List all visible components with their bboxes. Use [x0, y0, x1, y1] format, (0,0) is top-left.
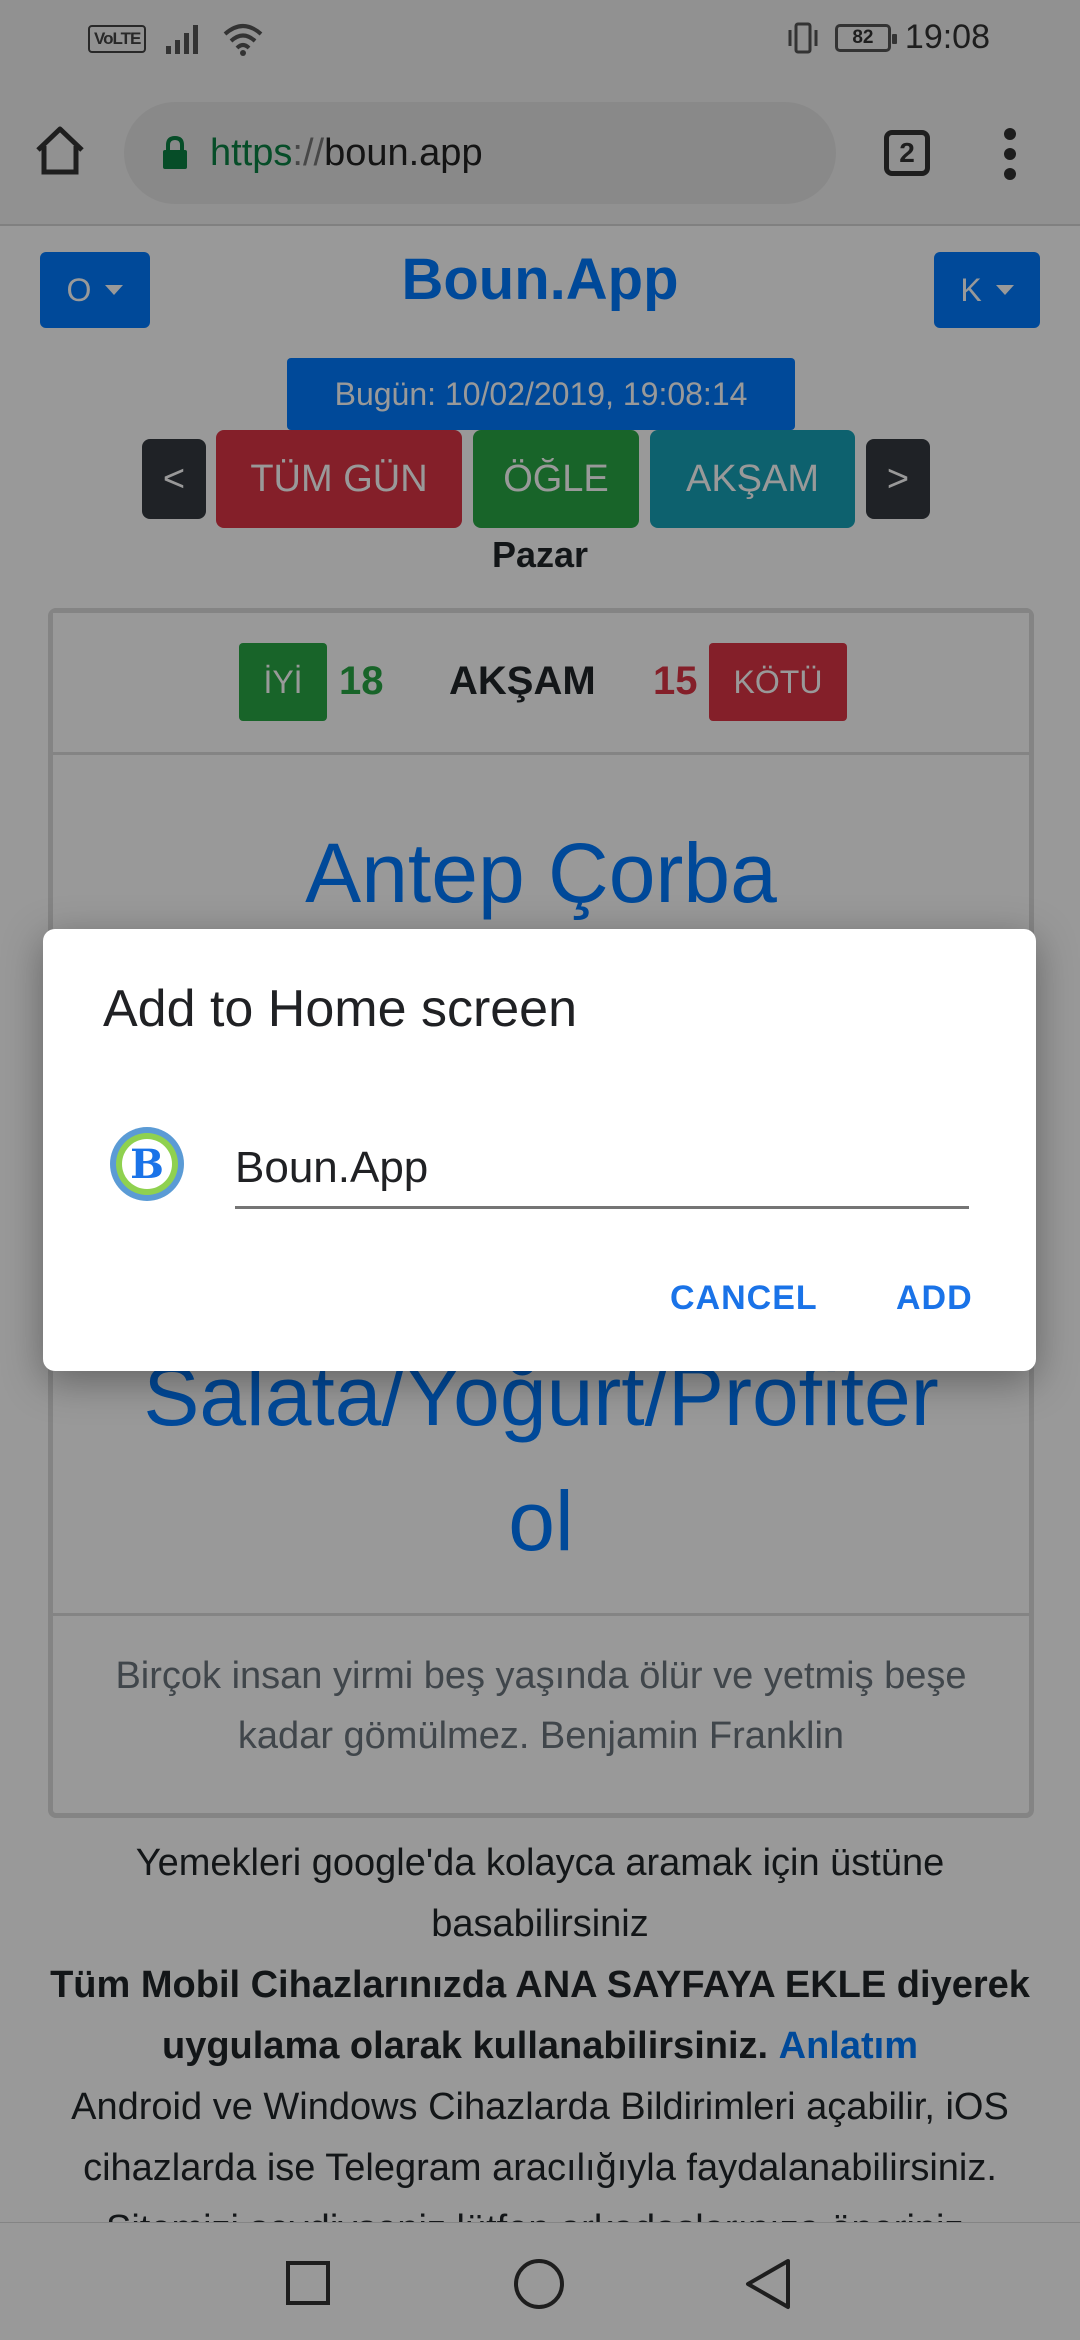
dialog-title: Add to Home screen — [103, 980, 578, 1038]
app-logo-letter: B — [130, 1141, 164, 1188]
app-logo-icon: B — [110, 1127, 184, 1201]
app-name-input[interactable] — [235, 1129, 969, 1209]
add-button[interactable]: ADD — [896, 1279, 973, 1318]
add-to-home-screen-dialog: Add to Home screen B CANCEL ADD — [43, 929, 1036, 1371]
cancel-button[interactable]: CANCEL — [670, 1279, 818, 1318]
